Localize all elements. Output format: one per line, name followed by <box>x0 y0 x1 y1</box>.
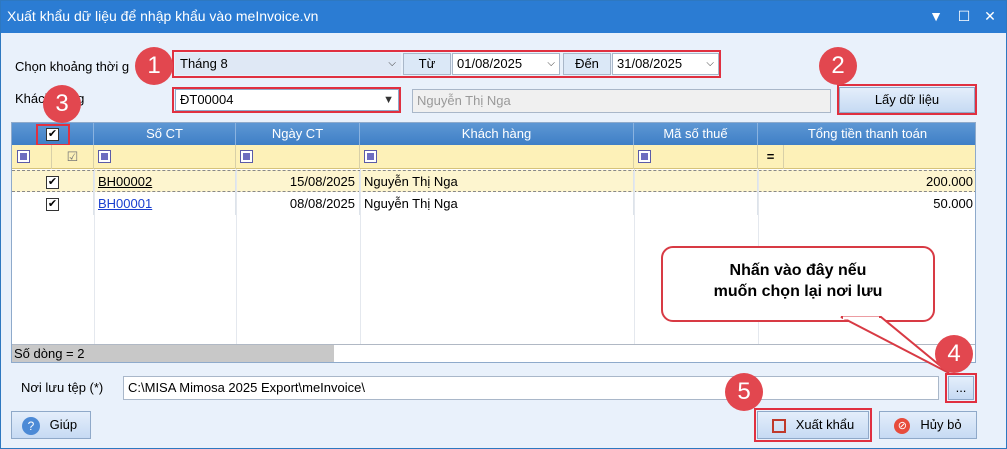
step-marker-4: 4 <box>935 335 973 373</box>
step-marker-1: 1 <box>135 47 173 85</box>
step-marker-5: 5 <box>725 373 763 411</box>
export-dialog: Xuất khẩu dữ liệu để nhập khẩu vào meInv… <box>0 0 1007 449</box>
step-marker-3: 3 <box>43 85 81 123</box>
step-marker-2: 2 <box>819 47 857 85</box>
callout-tail <box>840 316 950 374</box>
